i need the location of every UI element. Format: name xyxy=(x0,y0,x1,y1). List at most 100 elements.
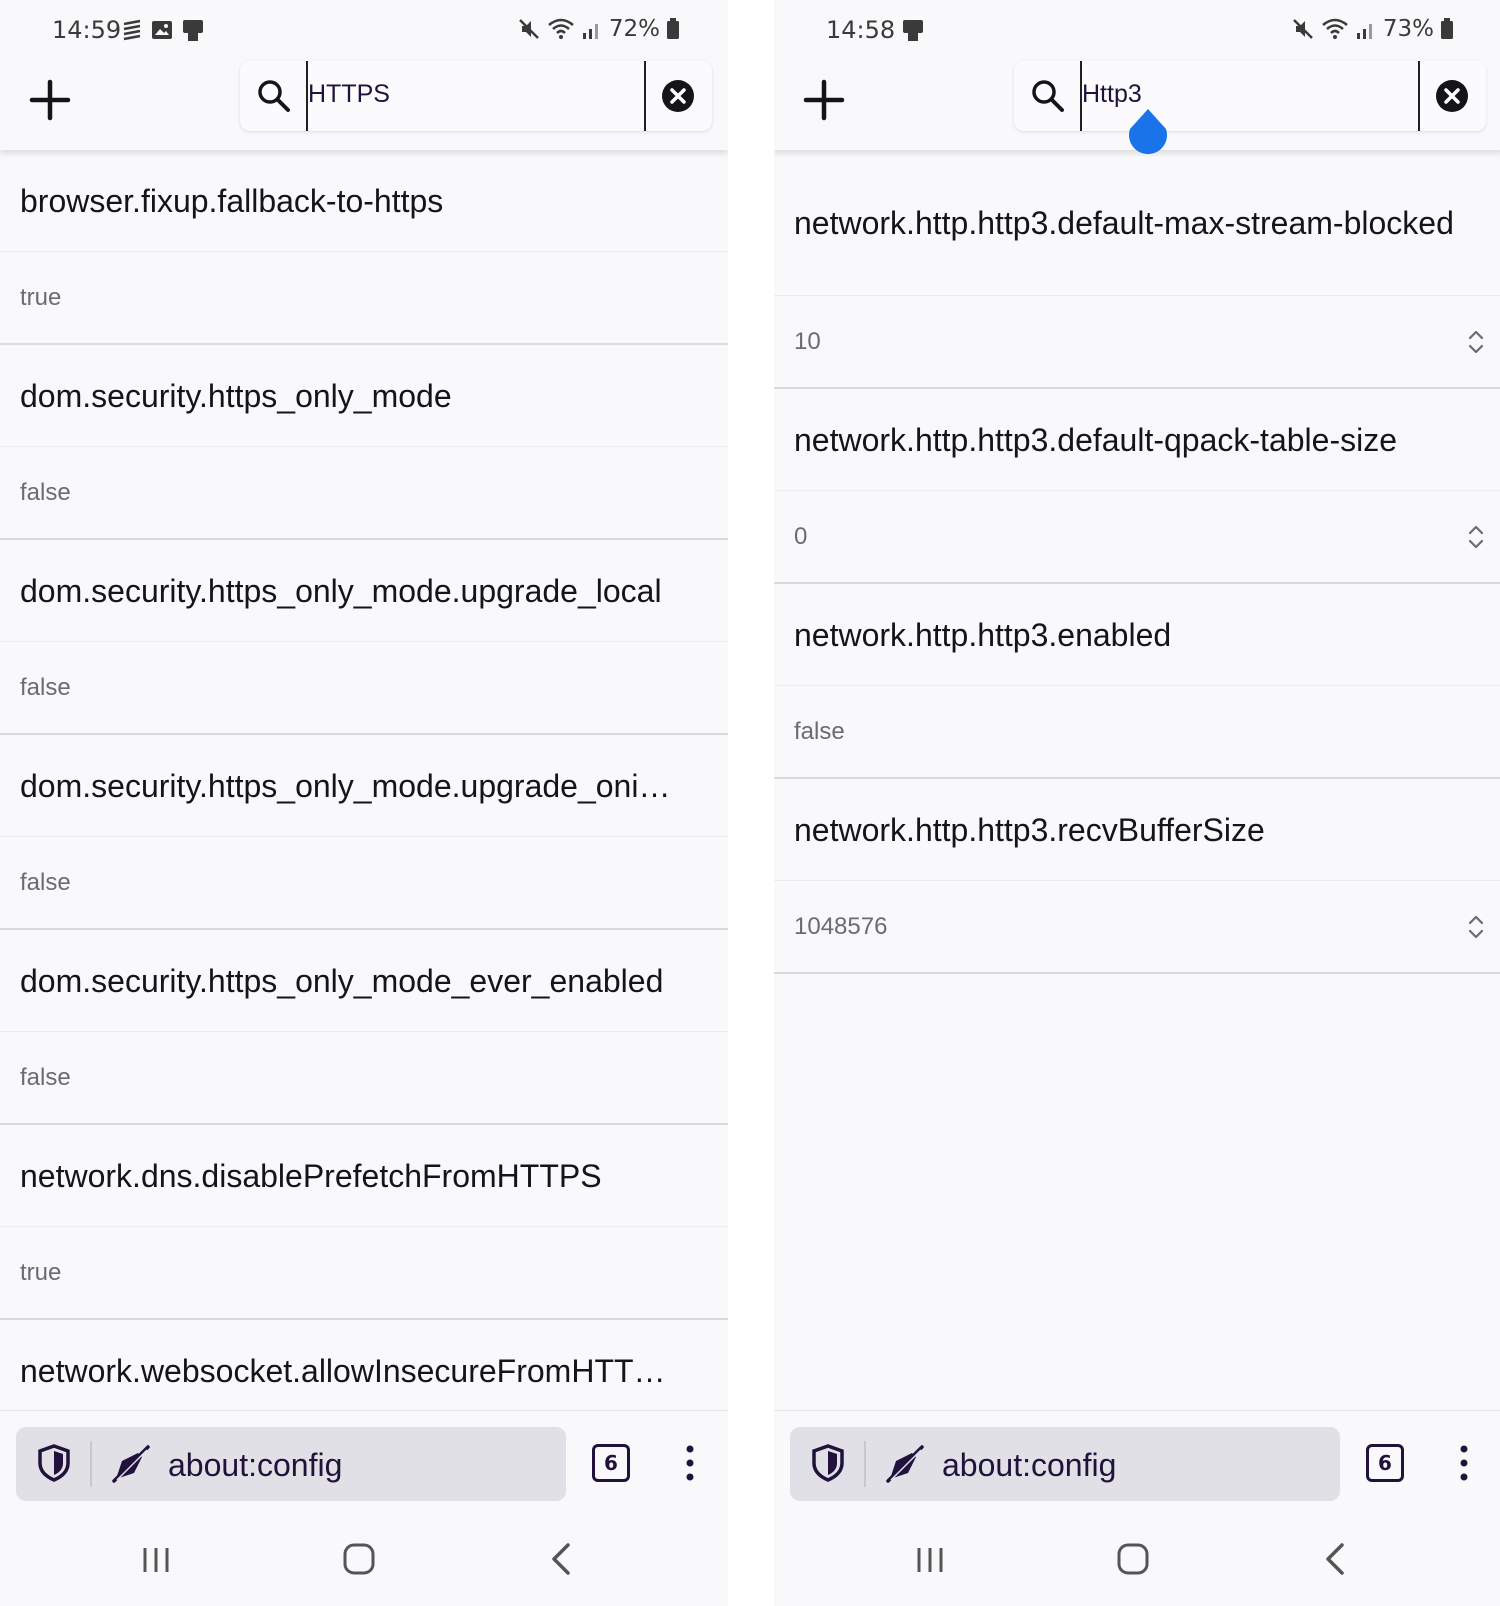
stepper-icon[interactable] xyxy=(1466,913,1486,941)
pref-name: browser.fixup.fallback-to-https xyxy=(20,182,444,219)
pref-name: network.websocket.allowInsecureFromHTT… xyxy=(20,1352,666,1389)
pref-name: network.http.http3.recvBufferSize xyxy=(794,811,1265,848)
back-icon[interactable] xyxy=(1322,1542,1348,1576)
pref-value: false xyxy=(20,1063,71,1091)
right-screenshot: 14:58 73% network.http.http3.default-max… xyxy=(774,0,1500,1606)
signal-icon xyxy=(582,24,598,39)
url-text: about:config xyxy=(942,1447,1117,1483)
pref-row[interactable]: network.http.http3.default-qpack-table-s… xyxy=(774,389,1500,491)
battery-icon xyxy=(667,18,679,39)
pref-value: false xyxy=(20,868,71,896)
search-divider xyxy=(1418,61,1420,131)
pref-value-row[interactable]: false xyxy=(0,837,728,930)
pref-value-row[interactable]: false xyxy=(0,642,728,735)
battery-icon xyxy=(1441,18,1453,39)
pref-value: false xyxy=(20,478,71,506)
search-box xyxy=(1014,61,1486,155)
pref-value-row[interactable]: false xyxy=(0,447,728,540)
pref-value-row[interactable]: false xyxy=(0,1032,728,1125)
status-bar: 14:59 72% xyxy=(0,0,728,60)
pref-row[interactable]: network.dns.disablePrefetchFromHTTPS xyxy=(0,1125,728,1227)
url-bar[interactable]: about:config xyxy=(16,1427,566,1501)
left-screenshot: 14:59 72% browser.fixup.fallback-to-http… xyxy=(0,0,728,1606)
pref-row[interactable]: network.websocket.allowInsecureFromHTT… xyxy=(0,1320,728,1422)
pref-value-row[interactable]: 0 xyxy=(774,491,1500,584)
phone-vibrate-icon xyxy=(183,20,203,41)
search-icon xyxy=(258,80,290,112)
stepper-icon[interactable] xyxy=(1466,328,1486,356)
pref-name: network.http.http3.default-qpack-table-s… xyxy=(794,421,1397,458)
pref-value: false xyxy=(794,717,845,745)
recents-icon[interactable] xyxy=(140,1544,172,1576)
browser-toolbar: about:config 6 xyxy=(0,1410,728,1514)
phone-vibrate-icon xyxy=(903,20,923,41)
menu-icon[interactable] xyxy=(678,1441,702,1485)
pref-value-row[interactable]: false xyxy=(774,686,1500,779)
pref-value-row[interactable]: true xyxy=(0,252,728,345)
config-toolbar xyxy=(0,60,728,150)
pref-value: true xyxy=(20,1258,62,1286)
mute-icon xyxy=(518,19,539,39)
menu-icon[interactable] xyxy=(1452,1441,1476,1485)
status-system-icons: 73% xyxy=(1291,16,1454,42)
pref-row[interactable]: network.http.http3.recvBufferSize xyxy=(774,779,1500,881)
home-icon[interactable] xyxy=(342,1542,376,1576)
status-notification-icons xyxy=(900,16,926,44)
pref-name: dom.security.https_only_mode_ever_enable… xyxy=(20,962,664,999)
back-icon[interactable] xyxy=(548,1542,574,1576)
mute-icon xyxy=(1292,19,1313,39)
preference-list: browser.fixup.fallback-to-https true dom… xyxy=(0,150,728,1422)
add-preference-button[interactable] xyxy=(802,78,846,122)
pref-row[interactable]: network.http.http3.default-max-stream-bl… xyxy=(774,150,1500,296)
tab-counter-button[interactable]: 6 xyxy=(1366,1444,1404,1482)
pref-name: dom.security.https_only_mode.upgrade_oni… xyxy=(20,767,671,804)
config-toolbar xyxy=(774,60,1500,155)
shield-icon[interactable] xyxy=(36,1443,72,1483)
pref-value-row[interactable]: 10 xyxy=(774,296,1500,389)
battery-percent: 73% xyxy=(1382,16,1434,42)
insecure-connection-icon[interactable] xyxy=(886,1445,924,1483)
url-divider xyxy=(864,1441,866,1487)
pref-row[interactable]: dom.security.https_only_mode_ever_enable… xyxy=(0,930,728,1032)
status-system-icons: 72% xyxy=(517,16,680,42)
pref-name: network.http.http3.enabled xyxy=(794,616,1172,653)
pref-row[interactable]: dom.security.https_only_mode.upgrade_loc… xyxy=(0,540,728,642)
pref-row[interactable]: dom.security.https_only_mode.upgrade_oni… xyxy=(0,735,728,837)
pref-name: network.http.http3.default-max-stream-bl… xyxy=(794,204,1454,241)
pref-row[interactable]: browser.fixup.fallback-to-https xyxy=(0,150,728,252)
pref-row[interactable]: dom.security.https_only_mode xyxy=(0,345,728,447)
add-preference-button[interactable] xyxy=(28,78,72,122)
pref-name: network.dns.disablePrefetchFromHTTPS xyxy=(20,1157,602,1194)
url-text: about:config xyxy=(168,1447,343,1483)
wifi-icon xyxy=(548,18,574,39)
status-notification-icons xyxy=(120,16,206,44)
pref-value: 1048576 xyxy=(794,912,888,940)
status-time: 14:59 xyxy=(52,16,122,44)
search-input[interactable] xyxy=(308,74,628,114)
status-time: 14:58 xyxy=(826,16,896,44)
insecure-connection-icon[interactable] xyxy=(112,1445,150,1483)
stack-icon xyxy=(123,19,141,41)
pref-value-row[interactable]: true xyxy=(0,1227,728,1320)
tab-counter-button[interactable]: 6 xyxy=(592,1444,630,1482)
clear-search-button[interactable] xyxy=(661,79,695,113)
wifi-icon xyxy=(1322,18,1348,39)
stepper-icon[interactable] xyxy=(1466,523,1486,551)
pref-name: dom.security.https_only_mode.upgrade_loc… xyxy=(20,572,662,609)
text-cursor-handle[interactable] xyxy=(1126,107,1170,157)
system-navigation-bar xyxy=(774,1514,1500,1606)
pref-row[interactable]: network.http.http3.enabled xyxy=(774,584,1500,686)
search-box xyxy=(240,61,712,131)
browser-toolbar: about:config 6 xyxy=(774,1410,1500,1514)
preference-list: network.http.http3.default-max-stream-bl… xyxy=(774,150,1500,974)
battery-percent: 72% xyxy=(608,16,660,42)
signal-icon xyxy=(1356,24,1372,39)
shield-icon[interactable] xyxy=(810,1443,846,1483)
search-icon xyxy=(1032,80,1064,112)
url-bar[interactable]: about:config xyxy=(790,1427,1340,1501)
recents-icon[interactable] xyxy=(914,1544,946,1576)
clear-search-button[interactable] xyxy=(1435,79,1469,113)
pref-value: 0 xyxy=(794,522,808,550)
pref-value-row[interactable]: 1048576 xyxy=(774,881,1500,974)
home-icon[interactable] xyxy=(1116,1542,1150,1576)
